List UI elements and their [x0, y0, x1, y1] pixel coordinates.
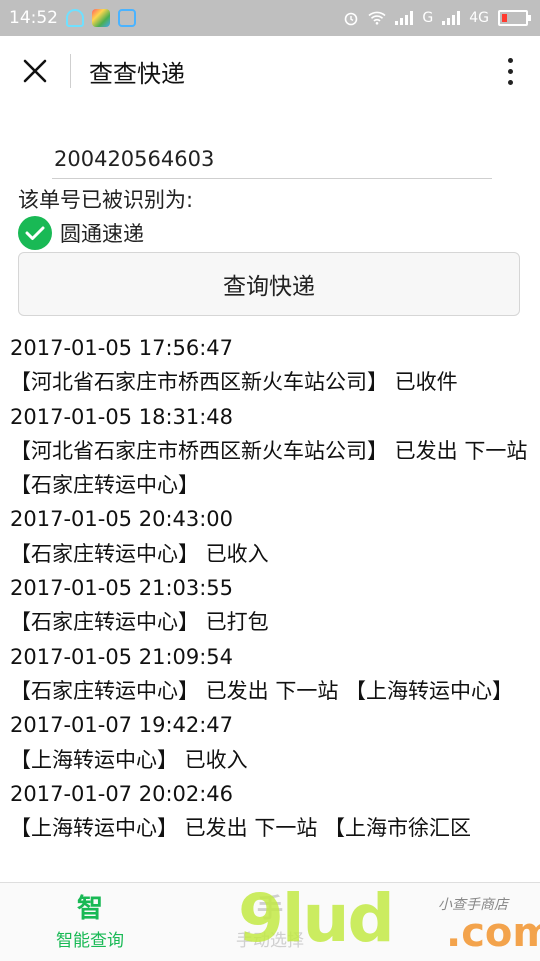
result-timestamp: 2017-01-05 17:56:47: [10, 336, 234, 360]
more-menu-button[interactable]: [480, 36, 540, 106]
result-status: 【河北省石家庄市桥西区新火车站公司】 已收件: [10, 370, 458, 395]
app-header: 查查快递: [0, 36, 540, 106]
result-status: 【上海转运中心】 已发出 下一站 【上海市徐汇区: [10, 816, 472, 841]
nav-label: 手动选择: [236, 930, 304, 951]
recognized-label: 该单号已被识别为:: [18, 188, 194, 212]
result-status: 【石家庄转运中心】 已发出 下一站 【上海转运中心】: [10, 678, 514, 703]
result-timestamp: 2017-01-05 21:09:54: [10, 644, 234, 669]
smart-query-icon: 智: [76, 893, 103, 924]
check-icon: [18, 216, 52, 250]
status-time: 14:52: [9, 8, 58, 28]
result-status: 【石家庄转运中心】 已收入: [10, 541, 269, 566]
result-status: 【上海转运中心】 已收入: [10, 747, 248, 772]
battery-icon: [498, 10, 531, 26]
result-timestamp: 2017-01-05 18:31:48: [10, 404, 234, 429]
carrier-row: 圆通速递: [18, 216, 144, 250]
status-bar: 14:52 G 4G: [0, 0, 540, 36]
scan-icon: [118, 9, 136, 27]
network-type-2: 4G: [469, 10, 489, 26]
result-timestamp: 2017-01-07 20:02:46: [10, 781, 234, 806]
query-button[interactable]: 查询快递: [18, 252, 520, 316]
manual-select-icon: 手: [256, 893, 283, 924]
bottom-nav: 智 智能查询 手 手动选择: [0, 882, 540, 961]
result-status: 【石家庄转运中心】 已打包: [10, 610, 269, 635]
tracking-number-input[interactable]: [52, 140, 492, 179]
nav-manual-select[interactable]: 手 手动选择: [180, 883, 360, 961]
more-dot-icon: [507, 68, 513, 74]
nav-smart-query[interactable]: 智 智能查询: [0, 883, 180, 961]
browser-icon: [92, 9, 110, 27]
result-timestamp: 2017-01-05 20:43:00: [10, 507, 234, 532]
page-title: 查查快递: [89, 59, 185, 88]
more-dot-icon: [507, 57, 513, 63]
wifi-icon: [368, 11, 386, 25]
close-icon: [23, 59, 47, 83]
more-dot-icon: [507, 79, 513, 85]
result-timestamp: 2017-01-05 21:03:55: [10, 576, 234, 601]
result-timestamp: 2017-01-07 19:42:47: [10, 713, 234, 738]
result-status: 【河北省石家庄市桥西区新火车站公司】 已发出 下一站 【石家庄转运中心】: [10, 438, 528, 498]
tracking-results: 2017-01-05 17:56:47 【河北省石家庄市桥西区新火车站公司】 已收…: [10, 331, 534, 881]
network-type-1: G: [422, 10, 434, 26]
headset-icon: [66, 9, 84, 27]
header-divider: [70, 54, 71, 88]
close-button[interactable]: [0, 36, 70, 106]
carrier-name: 圆通速递: [60, 222, 144, 246]
signal-icon-2: [442, 11, 461, 25]
nav-label: 智能查询: [56, 930, 124, 951]
alarm-icon: [345, 12, 358, 26]
signal-icon: [395, 11, 414, 25]
